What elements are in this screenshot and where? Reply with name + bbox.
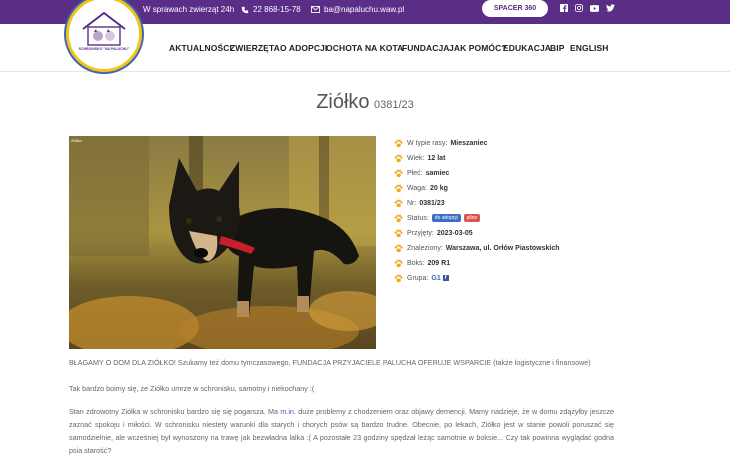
weight-value: 20 kg bbox=[429, 184, 448, 192]
email-text: ba@napaluchu.waw.pl bbox=[324, 5, 405, 14]
admitted-label: Przyjęty: bbox=[407, 229, 434, 237]
detail-box: Boks: 209 R1 bbox=[394, 257, 450, 269]
paw-icon bbox=[394, 154, 403, 162]
status-label: Status: bbox=[407, 214, 429, 222]
phone-icon bbox=[241, 6, 249, 13]
animal-photo[interactable]: Ziółko bbox=[69, 136, 376, 349]
description-paragraph-3: Stan zdrowotny Ziółka w schronisku bardz… bbox=[69, 405, 614, 456]
nav-item-zwierzeta[interactable]: ZWIERZĘTA bbox=[230, 43, 280, 53]
detail-breed: W typie rasy: Mieszaniec bbox=[394, 137, 487, 149]
paw-icon bbox=[394, 229, 403, 237]
admitted-value: 2023-03-05 bbox=[436, 229, 473, 237]
weight-label: Waga: bbox=[407, 184, 427, 192]
email-link[interactable]: ba@napaluchu.waw.pl bbox=[311, 5, 404, 14]
animal-number: 0381/23 bbox=[374, 99, 414, 111]
nav-item-ochota-na-kota[interactable]: OCHOTA NA KOTA bbox=[326, 43, 403, 53]
email-icon bbox=[311, 6, 320, 13]
photo-caption: Ziółko bbox=[71, 138, 82, 143]
paw-icon bbox=[394, 214, 403, 222]
nav-item-o-adopcji[interactable]: O ADOPCJI bbox=[280, 43, 327, 53]
youtube-icon[interactable] bbox=[589, 3, 599, 13]
dog-photo-image bbox=[69, 136, 376, 349]
paw-icon bbox=[394, 199, 403, 207]
nav-item-jak-pomoc[interactable]: JAK POMÓC? bbox=[449, 43, 507, 53]
sex-value: samiec bbox=[425, 169, 450, 177]
facebook-group-icon[interactable]: f bbox=[442, 275, 449, 281]
sex-label: Płeć: bbox=[407, 169, 423, 177]
hours-info: W sprawach zwierząt 24h bbox=[143, 5, 234, 14]
paw-icon bbox=[394, 184, 403, 192]
nav-item-fundacja[interactable]: FUNDACJA bbox=[402, 43, 450, 53]
status-badge-adoption: do adopcji bbox=[431, 214, 461, 222]
age-value: 12 lat bbox=[427, 154, 446, 162]
phone-text: 22 868-15-78 bbox=[253, 5, 301, 14]
breed-label: W typie rasy: bbox=[407, 139, 448, 147]
nr-value: 0381/23 bbox=[419, 199, 445, 207]
found-value: Warszawa, ul. Orłów Piastowskich bbox=[445, 244, 560, 252]
group-link[interactable]: G1 bbox=[431, 275, 440, 282]
detail-found: Znaleziony: Warszawa, ul. Orłów Piastowsk… bbox=[394, 242, 560, 254]
age-label: Wiek: bbox=[407, 154, 425, 162]
twitter-icon[interactable] bbox=[605, 3, 615, 13]
description-paragraph-2: Tak bardzo boimy się, że Ziółko umrze w … bbox=[69, 384, 315, 393]
description-paragraph-1: BŁAGAMY O DOM DLA ZIÓŁKO! Szukamy też do… bbox=[69, 358, 591, 367]
logo-emblem bbox=[75, 5, 133, 63]
detail-status: Status: do adopcji pilne bbox=[394, 212, 481, 224]
nav-item-aktualnosci[interactable]: AKTUALNOŚCI bbox=[169, 43, 232, 53]
detail-group: Grupa: G1 f bbox=[394, 272, 449, 284]
phone-link[interactable]: 22 868-15-78 bbox=[241, 5, 301, 14]
status-badge-urgent: pilne bbox=[463, 214, 481, 222]
animal-name: Ziółko bbox=[316, 91, 370, 113]
detail-weight: Waga: 20 kg bbox=[394, 182, 448, 194]
paw-icon bbox=[394, 259, 403, 267]
paw-icon bbox=[394, 274, 403, 282]
detail-nr: Nr: 0381/23 bbox=[394, 197, 445, 209]
description-link[interactable]: m.in. bbox=[280, 407, 296, 416]
spacer-360-button[interactable]: SPACER 360 bbox=[482, 0, 548, 17]
detail-admitted: Przyjęty: 2023-03-05 bbox=[394, 227, 473, 239]
description-paragraph-3-part-a: Stan zdrowotny Ziółka w schronisku bardz… bbox=[69, 407, 281, 416]
nav-item-english[interactable]: ENGLISH bbox=[570, 43, 608, 53]
detail-age: Wiek: 12 lat bbox=[394, 152, 445, 164]
paw-icon bbox=[394, 169, 403, 177]
found-label: Znaleziony: bbox=[407, 244, 443, 252]
detail-sex: Płeć: samiec bbox=[394, 167, 449, 179]
instagram-icon[interactable] bbox=[574, 3, 584, 13]
nr-label: Nr: bbox=[407, 199, 417, 207]
logo-text: SCHRONISKO "NA PALUCHU" bbox=[78, 47, 130, 51]
shelter-house-icon bbox=[82, 11, 126, 46]
facebook-icon[interactable] bbox=[559, 3, 569, 13]
paw-icon bbox=[394, 244, 403, 252]
box-label: Boks: bbox=[407, 259, 425, 267]
box-value: 209 R1 bbox=[427, 259, 451, 267]
breed-value: Mieszaniec bbox=[450, 139, 488, 147]
nav-item-edukacja[interactable]: EDUKACJA bbox=[503, 43, 551, 53]
group-label: Grupa: bbox=[407, 274, 429, 282]
nav-item-bip[interactable]: BIP bbox=[550, 43, 564, 53]
paw-icon bbox=[394, 139, 403, 147]
page-title: Ziółko 0381/23 bbox=[0, 91, 730, 114]
hours-text: W sprawach zwierząt 24h bbox=[143, 5, 235, 14]
